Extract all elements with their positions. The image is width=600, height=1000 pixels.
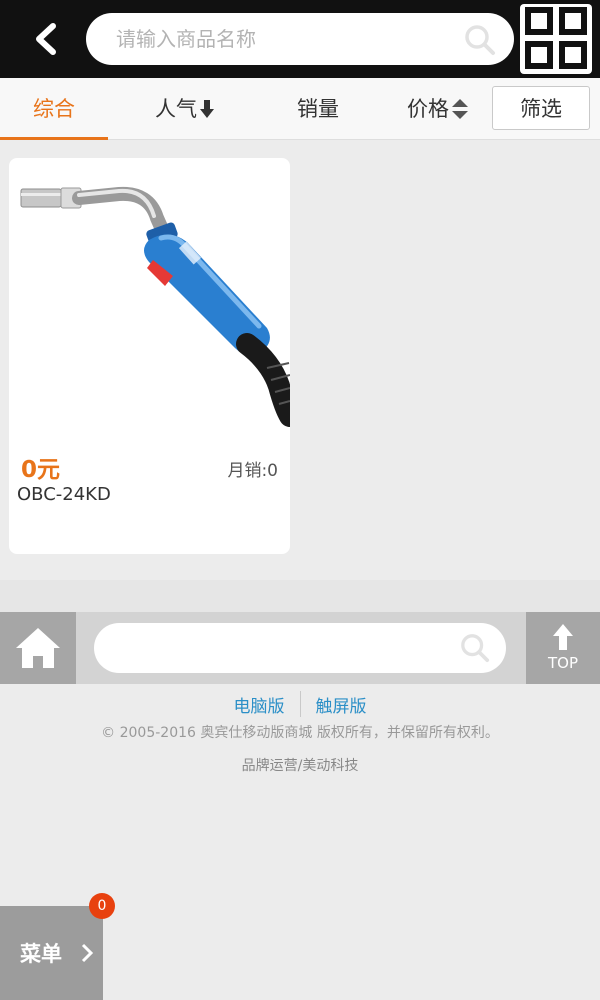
search-box[interactable] <box>86 13 514 65</box>
search-input[interactable] <box>116 13 446 65</box>
menu-count-badge: 0 <box>89 893 115 919</box>
bottom-search-input[interactable] <box>118 623 438 673</box>
product-price: 0元 <box>21 457 61 483</box>
sort-up-down-icon <box>452 99 468 119</box>
top-header <box>0 0 600 78</box>
filter-button[interactable]: 筛选 <box>492 86 590 130</box>
bottom-nav-bar: TOP <box>0 612 600 684</box>
sort-tab-comprehensive[interactable]: 综合 <box>0 78 108 140</box>
sort-bar: 综合 人气 销量 价格 筛选 <box>0 78 600 140</box>
sort-tab-label: 销量 <box>297 97 339 121</box>
arrow-down-icon <box>200 100 214 118</box>
menu-button[interactable]: 菜单 <box>0 906 103 1000</box>
top-label: TOP <box>547 654 578 672</box>
touch-version-link[interactable]: 触屏版 <box>301 692 382 717</box>
welding-torch-image <box>20 186 290 427</box>
monthly-sales: 月销:0 <box>227 461 278 481</box>
product-name: OBC-24KD <box>17 484 111 505</box>
brand-credit: 品牌运营/美动科技 <box>241 758 359 774</box>
search-icon[interactable] <box>464 24 496 56</box>
copyright-text: © 2005-2016 奥宾仕移动版商城 版权所有，并保留所有权利。 <box>101 725 499 741</box>
product-card[interactable]: 0元 月销:0 OBC-24KD <box>9 158 290 554</box>
back-arrow-icon <box>36 23 56 55</box>
qr-code-button[interactable] <box>520 4 592 74</box>
back-to-top-button[interactable]: TOP <box>526 612 600 684</box>
filter-label: 筛选 <box>520 97 562 121</box>
sort-tab-popularity[interactable]: 人气 <box>130 78 240 140</box>
sort-tab-price[interactable]: 价格 <box>388 78 488 140</box>
menu-label: 菜单 <box>20 942 62 966</box>
sort-tab-label: 人气 <box>155 97 197 121</box>
back-button[interactable] <box>18 16 74 62</box>
divider-strip <box>0 580 600 612</box>
chevron-right-icon <box>81 943 94 963</box>
qr-code-icon <box>525 7 587 69</box>
sort-tab-label: 综合 <box>33 97 75 121</box>
bottom-search-box[interactable] <box>94 623 506 673</box>
home-button[interactable] <box>0 612 76 684</box>
sort-tab-sales[interactable]: 销量 <box>270 78 366 140</box>
desktop-version-link[interactable]: 电脑版 <box>219 692 300 717</box>
footer-links: 电脑版 触屏版 <box>0 690 600 718</box>
home-icon <box>16 628 60 668</box>
sort-tab-label: 价格 <box>407 97 449 121</box>
search-icon[interactable] <box>460 633 490 663</box>
